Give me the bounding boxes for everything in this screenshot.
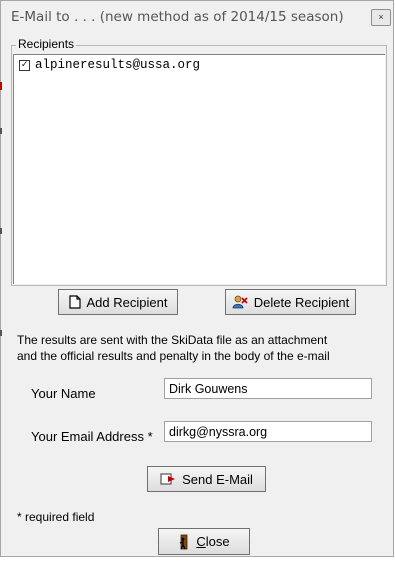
info-line-1: The results are sent with the SkiData fi… — [17, 333, 328, 347]
email-label: Your Email Address * — [31, 429, 153, 444]
info-line-2: and the official results and penalty in … — [17, 349, 330, 363]
required-field-note: * required field — [17, 510, 95, 524]
close-label: Close — [196, 534, 229, 549]
background-fragment — [0, 128, 2, 134]
recipient-email: alpineresults@ussa.org — [35, 58, 201, 72]
delete-person-icon — [232, 295, 248, 309]
window-title: E-Mail to . . . (new method as of 2014/1… — [11, 9, 344, 25]
name-label: Your Name — [31, 386, 96, 401]
close-icon: × — [378, 12, 384, 22]
email-dialog: E-Mail to . . . (new method as of 2014/1… — [0, 0, 394, 557]
close-button[interactable]: Close — [158, 528, 250, 555]
add-recipient-label: Add Recipient — [86, 294, 168, 310]
add-recipient-button[interactable]: Add Recipient — [58, 289, 178, 315]
exit-door-icon — [178, 534, 190, 550]
send-email-button[interactable]: Send E-Mail — [147, 466, 266, 492]
delete-recipient-label: Delete Recipient — [253, 294, 350, 310]
recipients-list[interactable]: ✓ alpineresults@ussa.org — [13, 54, 385, 284]
name-field[interactable] — [164, 378, 372, 399]
background-fragment — [0, 330, 2, 336]
title-bar: E-Mail to . . . (new method as of 2014/1… — [1, 1, 393, 34]
background-fragment — [0, 228, 2, 234]
recipient-checkbox[interactable]: ✓ — [19, 59, 30, 71]
send-mail-icon — [160, 472, 176, 486]
send-email-label: Send E-Mail — [182, 471, 253, 487]
recipient-item[interactable]: ✓ alpineresults@ussa.org — [19, 58, 200, 72]
info-text: The results are sent with the SkiData fi… — [17, 332, 389, 364]
delete-recipient-button[interactable]: Delete Recipient — [225, 289, 356, 315]
recipients-label: Recipients — [16, 37, 77, 51]
email-field[interactable] — [164, 421, 372, 442]
close-label-rest: lose — [205, 534, 230, 549]
close-label-underlined: C — [196, 534, 206, 549]
recipients-group: Recipients ✓ alpineresults@ussa.org — [11, 37, 387, 286]
background-fragment — [0, 82, 2, 90]
window-close-button[interactable]: × — [371, 9, 391, 26]
document-icon — [68, 295, 81, 309]
